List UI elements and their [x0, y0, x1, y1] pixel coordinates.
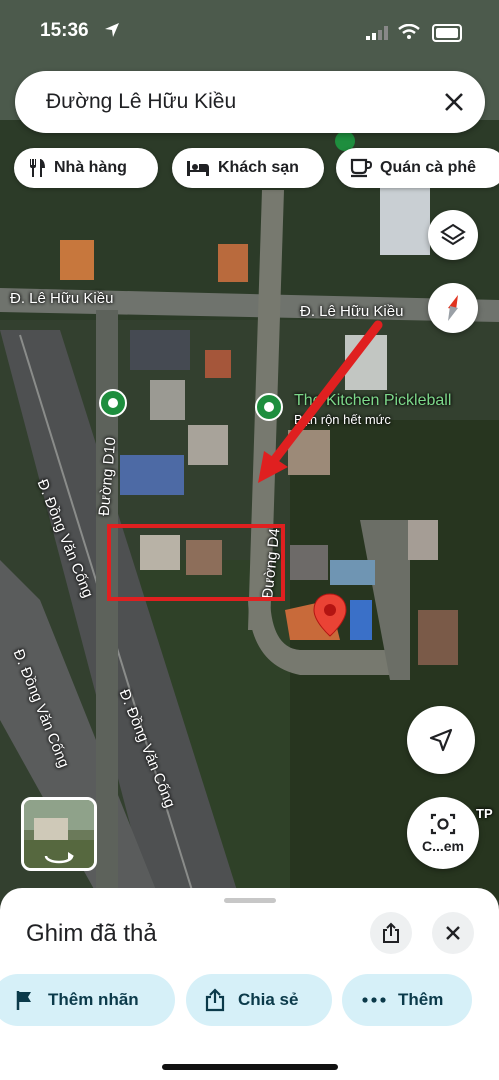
share-button[interactable]: Chia sẻ: [186, 974, 332, 1026]
more-text: Thêm: [398, 990, 444, 1009]
chip-hotels[interactable]: Khách sạn: [172, 148, 324, 188]
hotel-icon: [187, 161, 209, 176]
compass-button[interactable]: [428, 283, 478, 333]
camera-label: C...em: [421, 838, 464, 854]
share-text: Chia sẻ: [238, 990, 299, 1009]
layers-icon: [440, 223, 466, 246]
chip-label: Quán cà phê: [380, 159, 477, 176]
add-label-text: Thêm nhãn: [48, 990, 139, 1009]
close-icon[interactable]: [439, 87, 469, 117]
battery-icon: [432, 24, 462, 42]
share-icon: [205, 988, 225, 1012]
chip-label: Nhà hàng: [54, 159, 127, 176]
sheet-title: Ghim đã thả: [26, 920, 157, 947]
status-time: 15:36: [40, 20, 89, 41]
signal-icon: [366, 26, 388, 40]
coffee-icon: [350, 158, 372, 178]
search-query[interactable]: Đường Lê Hữu Kiều: [46, 90, 236, 114]
flag-icon: [16, 991, 31, 1010]
camera-search-button[interactable]: C...em: [407, 797, 479, 869]
share-icon: [383, 922, 399, 943]
bottom-sheet[interactable]: Ghim đã thả Thêm nhãn Chia sẻ Thêm: [0, 888, 499, 1080]
search-bar[interactable]: Đường Lê Hữu Kiều: [15, 71, 485, 133]
dropped-pin-icon[interactable]: [312, 592, 348, 638]
home-indicator[interactable]: [162, 1064, 338, 1070]
close-sheet-button[interactable]: [432, 912, 474, 954]
annotation-overlay: [107, 320, 383, 601]
chip-label: Khách sạn: [218, 159, 299, 176]
street-view-icon: [24, 800, 94, 868]
more-button[interactable]: Thêm: [342, 974, 472, 1026]
road-label-le-huu-kieu-west: Đ. Lê Hữu Kiều: [10, 290, 114, 307]
status-bar: 15:36: [0, 0, 499, 60]
street-view-thumbnail[interactable]: [21, 797, 97, 871]
edge-text: TP: [476, 806, 493, 821]
wifi-icon: [398, 24, 420, 39]
sheet-drag-handle[interactable]: [224, 898, 276, 903]
compass-icon: [448, 295, 458, 321]
camera-icon: [430, 813, 456, 835]
chip-restaurants[interactable]: Nhà hàng: [14, 148, 158, 188]
share-icon-button[interactable]: [370, 912, 412, 954]
layers-button[interactable]: [428, 210, 478, 260]
chip-cafes[interactable]: Quán cà phê: [336, 148, 499, 188]
close-icon: [446, 926, 460, 940]
my-location-button[interactable]: [407, 706, 475, 774]
add-label-button[interactable]: Thêm nhãn: [0, 974, 175, 1026]
navigation-arrow-icon: [429, 728, 453, 752]
more-icon: [362, 997, 386, 1003]
location-arrow-icon: [105, 23, 119, 37]
restaurant-icon: [30, 159, 45, 177]
